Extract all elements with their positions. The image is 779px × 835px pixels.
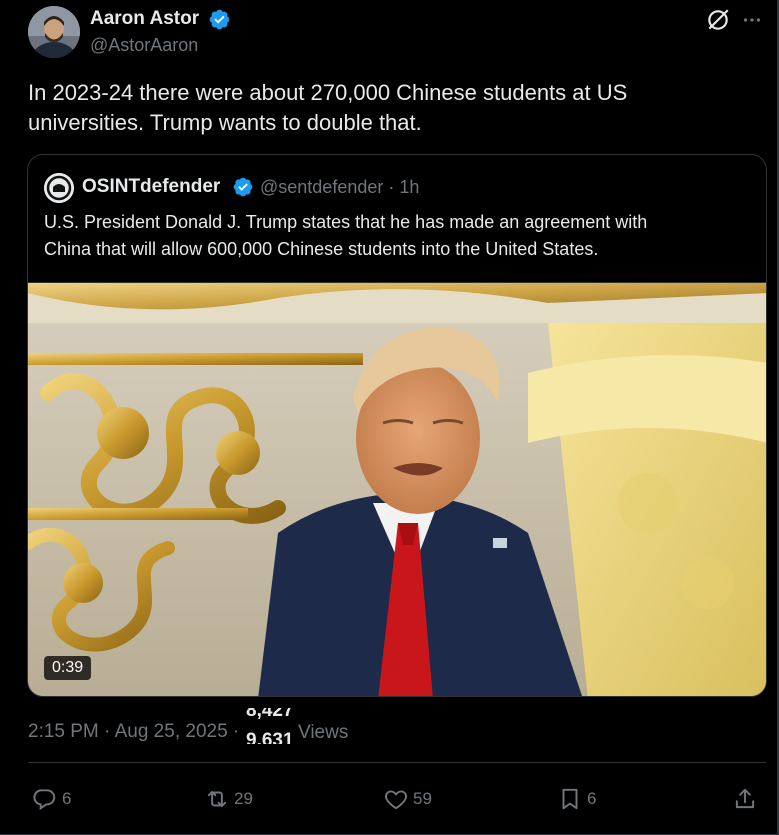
quote-text-line: U.S. President Donald J. Trump states th… bbox=[44, 212, 648, 232]
quote-text-line: China that will allow 600,000 Chinese st… bbox=[44, 239, 599, 259]
author-handle[interactable]: @AstorAaron bbox=[90, 35, 198, 56]
divider bbox=[28, 762, 766, 763]
tweet-detail: Aaron Astor @AstorAaron In 2023-24 there… bbox=[0, 0, 779, 835]
bookmark-button[interactable]: 6 bbox=[557, 785, 596, 813]
repost-button[interactable]: 29 bbox=[204, 785, 253, 813]
views-label: Views bbox=[298, 722, 349, 743]
verified-badge-icon bbox=[233, 177, 253, 197]
more-options-icon[interactable] bbox=[741, 9, 763, 31]
views-count-prev: 8,427 bbox=[246, 708, 294, 721]
bookmark-icon bbox=[562, 788, 578, 810]
reply-icon bbox=[33, 789, 56, 811]
like-count: 59 bbox=[413, 789, 432, 808]
verified-badge-icon bbox=[209, 9, 230, 30]
tweet-text-line: universities. Trump wants to double that… bbox=[28, 110, 422, 135]
quote-time[interactable]: · 1h bbox=[388, 177, 419, 197]
grok-icon[interactable] bbox=[705, 7, 731, 33]
video-frame-image bbox=[28, 283, 766, 696]
repost-icon bbox=[207, 790, 227, 808]
repost-count: 29 bbox=[234, 789, 253, 808]
quote-text: U.S. President Donald J. Trump states th… bbox=[44, 209, 744, 263]
like-icon bbox=[385, 790, 407, 810]
quote-author-avatar[interactable] bbox=[44, 173, 74, 203]
video-player[interactable]: 0:39 bbox=[28, 282, 766, 696]
reply-button[interactable]: 6 bbox=[32, 785, 71, 813]
tweet-text-line: In 2023-24 there were about 270,000 Chin… bbox=[28, 80, 628, 105]
tweet-timestamp[interactable]: 2:15 PM · Aug 25, 2025 · bbox=[28, 721, 239, 743]
share-button[interactable] bbox=[732, 785, 758, 813]
quoted-tweet-card[interactable]: OSINTdefender @sentdefender · 1h U.S. Pr… bbox=[27, 154, 767, 697]
author-name[interactable]: Aaron Astor bbox=[90, 8, 199, 30]
quote-author-name[interactable]: OSINTdefender bbox=[82, 176, 220, 198]
tweet-text: In 2023-24 there were about 270,000 Chin… bbox=[28, 78, 728, 138]
bookmark-count: 6 bbox=[587, 789, 597, 808]
quote-author-handle[interactable]: @sentdefender bbox=[260, 177, 383, 197]
share-icon bbox=[735, 788, 755, 809]
like-button[interactable]: 59 bbox=[383, 785, 432, 813]
views-count: 9,631 bbox=[246, 730, 294, 744]
video-duration-badge: 0:39 bbox=[44, 656, 92, 680]
author-avatar[interactable] bbox=[28, 6, 80, 58]
quote-meta: @sentdefender · 1h bbox=[260, 177, 419, 198]
reply-count: 6 bbox=[62, 789, 72, 808]
views-count-rolling: 8,427 9,631 bbox=[246, 708, 296, 744]
